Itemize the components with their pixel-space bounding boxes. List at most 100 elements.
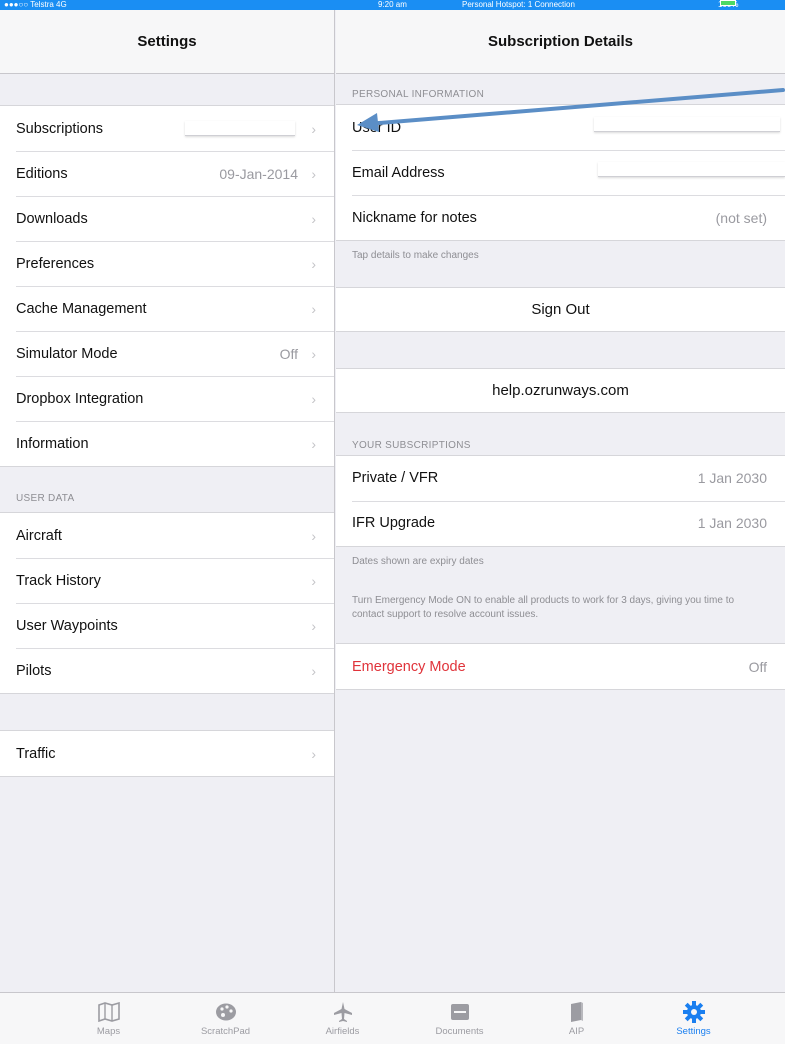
settings-item-downloads[interactable]: Downloads ›	[0, 196, 334, 241]
chevron-right-icon: ›	[311, 390, 316, 407]
settings-main-group: Subscriptions › Editions 09-Jan-2014 › D…	[0, 105, 334, 467]
sign-out-label: Sign Out	[531, 300, 590, 318]
row-label: IFR Upgrade	[352, 515, 436, 531]
redaction-box	[185, 121, 295, 136]
settings-item-editions[interactable]: Editions 09-Jan-2014 ›	[0, 151, 334, 196]
row-value: (not set)	[715, 209, 767, 226]
tab-maps[interactable]: Maps	[50, 993, 167, 1044]
tab-label: Settings	[676, 1025, 711, 1037]
user-data-header: USER DATA	[16, 493, 75, 504]
palette-icon	[215, 1001, 237, 1023]
tab-scratchpad[interactable]: ScratchPad	[167, 993, 284, 1044]
folder-icon	[450, 1001, 470, 1023]
settings-pane: Settings Subscriptions › Editions 09-Jan…	[0, 10, 335, 992]
settings-item-preferences[interactable]: Preferences ›	[0, 241, 334, 286]
tab-label: AIP	[568, 1025, 585, 1037]
row-label: Editions	[16, 165, 68, 182]
emergency-note: Turn Emergency Mode ON to enable all pro…	[352, 595, 735, 620]
chevron-right-icon: ›	[311, 120, 316, 137]
subscription-private-vfr-row: Private / VFR 1 Jan 2030	[336, 456, 785, 501]
row-label: Pilots	[16, 662, 52, 679]
row-label: Dropbox Integration	[16, 390, 144, 407]
chevron-right-icon: ›	[311, 572, 316, 589]
chevron-right-icon: ›	[311, 345, 316, 362]
status-bar: ●●●○○ Telstra 4G 9:20 am Personal Hotspo…	[0, 0, 785, 10]
settings-item-simulator-mode[interactable]: Simulator Mode Off ›	[0, 331, 334, 376]
settings-item-cache-management[interactable]: Cache Management ›	[0, 286, 334, 331]
nickname-row[interactable]: Nickname for notes (not set)	[336, 195, 785, 240]
chevron-right-icon: ›	[311, 527, 316, 544]
subscriptions-group: Private / VFR 1 Jan 2030 IFR Upgrade 1 J…	[336, 454, 785, 547]
row-label: Emergency Mode	[352, 658, 466, 675]
chevron-right-icon: ›	[311, 745, 316, 762]
settings-item-pilots[interactable]: Pilots ›	[0, 648, 334, 693]
row-label: Traffic	[16, 745, 56, 762]
tab-label: Airfields	[325, 1025, 360, 1037]
help-link-label: help.ozrunways.com	[492, 381, 629, 399]
details-nav-bar: Subscription Details	[336, 10, 785, 74]
book-icon	[569, 1001, 585, 1023]
tab-documents[interactable]: Documents	[401, 993, 518, 1044]
chevron-right-icon: ›	[311, 435, 316, 452]
battery-icon	[720, 0, 736, 6]
chevron-right-icon: ›	[311, 300, 316, 317]
tab-aip[interactable]: AIP	[518, 993, 635, 1044]
row-value: Off	[279, 345, 298, 362]
traffic-group: Traffic ›	[0, 730, 334, 777]
subscription-ifr-upgrade-row: IFR Upgrade 1 Jan 2030	[336, 500, 785, 546]
row-value: 1 Jan 2030	[697, 470, 767, 486]
row-value: Off	[748, 658, 767, 675]
emergency-mode-row[interactable]: Emergency Mode Off	[336, 644, 785, 689]
tab-bar: Maps ScratchPad Airfields Documents AIP …	[0, 992, 785, 1044]
your-subscriptions-header: YOUR SUBSCRIPTIONS	[352, 439, 471, 451]
tab-airfields[interactable]: Airfields	[284, 993, 401, 1044]
settings-item-user-waypoints[interactable]: User Waypoints ›	[0, 603, 334, 648]
subscription-details-pane: Subscription Details PERSONAL INFORMATIO…	[336, 10, 785, 992]
row-label: Preferences	[16, 255, 95, 272]
email-address-row[interactable]: Email Address	[336, 150, 785, 195]
settings-item-subscriptions[interactable]: Subscriptions ›	[0, 106, 334, 151]
row-label: Private / VFR	[352, 470, 439, 486]
settings-item-track-history[interactable]: Track History ›	[0, 558, 334, 603]
chevron-right-icon: ›	[311, 255, 316, 272]
help-link[interactable]: help.ozrunways.com	[336, 367, 785, 413]
row-label: Downloads	[16, 210, 88, 227]
user-data-group: Aircraft › Track History › User Waypoint…	[0, 512, 334, 694]
carrier-label: ●●●○○ Telstra 4G	[4, 0, 67, 9]
settings-item-information[interactable]: Information ›	[0, 421, 334, 466]
tab-settings[interactable]: Settings	[635, 993, 752, 1044]
chevron-right-icon: ›	[311, 210, 316, 227]
chevron-right-icon: ›	[311, 662, 316, 679]
map-icon	[97, 1001, 120, 1023]
emergency-group: Emergency Mode Off	[336, 643, 785, 690]
row-label: Aircraft	[16, 527, 62, 544]
chevron-right-icon: ›	[311, 617, 316, 634]
row-label: Nickname for notes	[352, 209, 477, 226]
chevron-right-icon: ›	[311, 165, 316, 182]
row-label: Track History	[16, 572, 101, 589]
settings-title: Settings	[137, 33, 197, 50]
settings-item-dropbox-integration[interactable]: Dropbox Integration ›	[0, 376, 334, 421]
row-label: Information	[16, 435, 89, 452]
tab-label: Documents	[435, 1025, 484, 1037]
settings-item-traffic[interactable]: Traffic ›	[0, 731, 334, 776]
row-value: 09-Jan-2014	[219, 165, 298, 182]
details-title: Subscription Details	[487, 33, 634, 50]
clock-label: 9:20 am	[378, 0, 407, 9]
gear-icon	[682, 1000, 705, 1023]
settings-item-aircraft[interactable]: Aircraft ›	[0, 513, 334, 558]
row-label: Cache Management	[16, 300, 147, 317]
airplane-icon	[333, 1001, 353, 1023]
redaction-box	[598, 162, 785, 177]
sign-out-button[interactable]: Sign Out	[336, 286, 785, 332]
tab-label: Maps	[96, 1025, 121, 1037]
subscriptions-footer: Dates shown are expiry dates	[352, 555, 484, 567]
hotspot-label: Personal Hotspot: 1 Connection	[462, 0, 575, 9]
settings-nav-bar: Settings	[0, 10, 334, 74]
personal-info-footer: Tap details to make changes	[352, 250, 479, 261]
row-label: Simulator Mode	[16, 345, 118, 362]
